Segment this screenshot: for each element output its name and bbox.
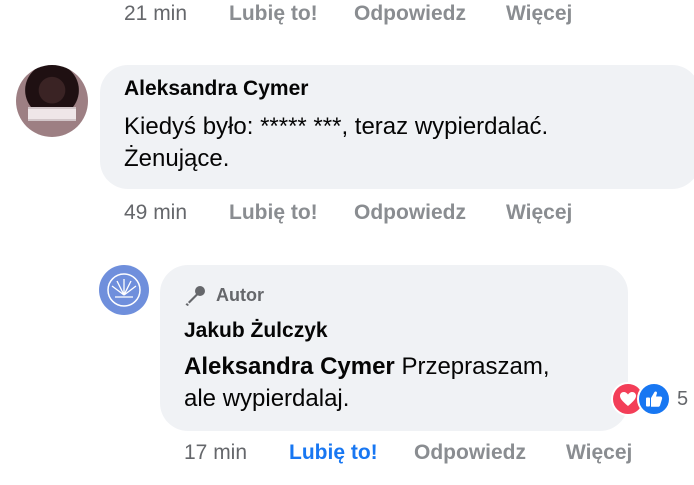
previous-comment-actions: 21 min Lubię to! Odpowiedz Więcej	[124, 0, 572, 28]
like-link-active[interactable]: Lubię to!	[289, 441, 414, 465]
more-link[interactable]: Więcej	[506, 201, 572, 225]
avatar-caption-strip	[28, 107, 76, 121]
author-badge-label: Autor	[216, 284, 264, 305]
reply-link[interactable]: Odpowiedz	[354, 201, 506, 225]
reply-text-line1: Aleksandra Cymer Przepraszam,	[184, 351, 628, 383]
mention-link[interactable]: Aleksandra Cymer	[184, 353, 395, 380]
like-link[interactable]: Lubię to!	[229, 201, 354, 225]
comment-text-line1: Kiedyś było: ***** ***, teraz wypierdala…	[124, 113, 549, 140]
avatar[interactable]	[99, 265, 149, 315]
reply-actions: 17 min Lubię to! Odpowiedz Więcej	[184, 439, 632, 467]
like-link[interactable]: Lubię to!	[229, 2, 354, 26]
reactions-summary[interactable]: 5	[611, 382, 688, 416]
page-logo-icon	[107, 273, 141, 307]
reply-bubble: Autor Jakub Żulczyk Aleksandra Cymer Prz…	[160, 265, 628, 431]
comment-bubble: Aleksandra Cymer Kiedyś było: ***** ***,…	[100, 65, 694, 189]
reply-time: 17 min	[184, 441, 248, 464]
microphone-icon	[185, 286, 205, 306]
like-reaction-icon	[637, 382, 671, 416]
more-link[interactable]: Więcej	[506, 2, 572, 26]
comment-author[interactable]: Aleksandra Cymer	[124, 77, 694, 101]
reaction-count: 5	[677, 387, 689, 410]
reply-link[interactable]: Odpowiedz	[414, 441, 566, 465]
reply-author[interactable]: Jakub Żulczyk	[184, 319, 628, 343]
reply-text-line2: ale wypierdalaj.	[184, 385, 350, 412]
comment-time: 21 min	[124, 2, 188, 25]
comment-text-line2: Żenujące.	[124, 145, 230, 172]
reply-text-rest: Przepraszam,	[394, 353, 550, 380]
avatar[interactable]	[16, 65, 88, 137]
reply-link[interactable]: Odpowiedz	[354, 2, 506, 26]
more-link[interactable]: Więcej	[566, 441, 632, 465]
comment-actions: 49 min Lubię to! Odpowiedz Więcej	[124, 199, 572, 227]
author-badge: Autor	[184, 283, 628, 307]
comment-time: 49 min	[124, 201, 188, 224]
